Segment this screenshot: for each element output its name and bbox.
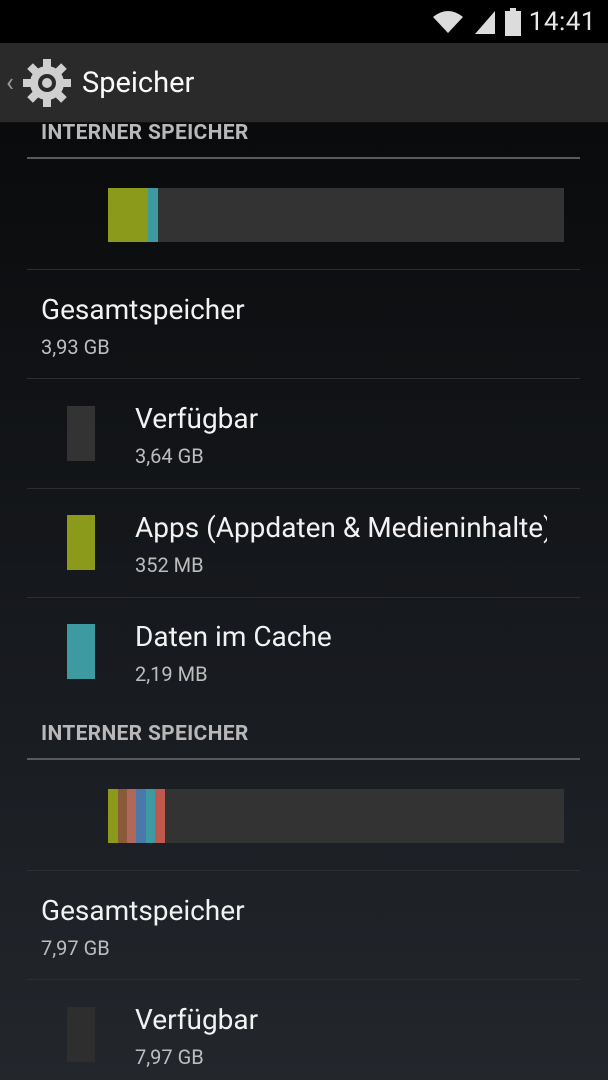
usage-segment-cache [147,188,158,242]
available-value: 3,64 GB [135,444,204,468]
usage-segment-5 [155,789,165,843]
section-divider [27,157,580,159]
legend-swatch-cache [67,624,95,679]
wifi-icon [432,10,463,33]
usage-segment-apps [108,188,148,242]
legend-swatch-available [67,406,95,461]
usage-segment-4 [146,789,156,843]
settings-gear-icon[interactable] [22,58,72,108]
cache-label: Daten im Cache [135,620,332,653]
usage-segment-0 [108,789,119,843]
page-title: Speicher [82,65,195,100]
status-icons: 14:41 [431,7,596,37]
apps-label: Apps (Appdaten & Medieninhalte) [135,511,547,544]
total-storage-label: Gesamtspeicher [41,894,245,927]
cache-value: 2,19 MB [135,662,208,686]
total-storage-value: 7,97 GB [41,936,110,960]
list-divider [27,269,580,270]
list-divider [27,378,580,379]
apps-value: 352 MB [135,553,204,577]
status-bar: 14:41 [0,0,608,43]
legend-swatch-apps [67,515,95,570]
available-value: 7,97 GB [135,1045,204,1069]
list-divider [27,488,580,489]
storage-usage-bar-2 [108,789,564,843]
usage-segment-2 [127,789,137,843]
status-time: 14:41 [528,6,596,37]
action-bar: ‹ Speicher [0,43,608,123]
legend-swatch-available [67,1007,95,1062]
section-divider [27,758,580,760]
signal-icon [474,10,495,34]
back-chevron-icon[interactable]: ‹ [6,68,20,98]
list-divider [27,870,580,871]
battery-icon [504,7,521,36]
available-label: Verfügbar [135,402,259,435]
list-divider [27,979,580,980]
storage-usage-bar [108,188,564,242]
available-label: Verfügbar [135,1003,259,1036]
usage-segment-3 [136,789,147,843]
usage-segment-1 [118,789,128,843]
list-divider [27,597,580,598]
total-storage-value: 3,93 GB [41,335,110,359]
section-header-internal-storage: INTERNER SPEICHER [41,121,249,145]
total-storage-label: Gesamtspeicher [41,293,245,326]
section-header-internal-storage-2: INTERNER SPEICHER [41,722,249,746]
